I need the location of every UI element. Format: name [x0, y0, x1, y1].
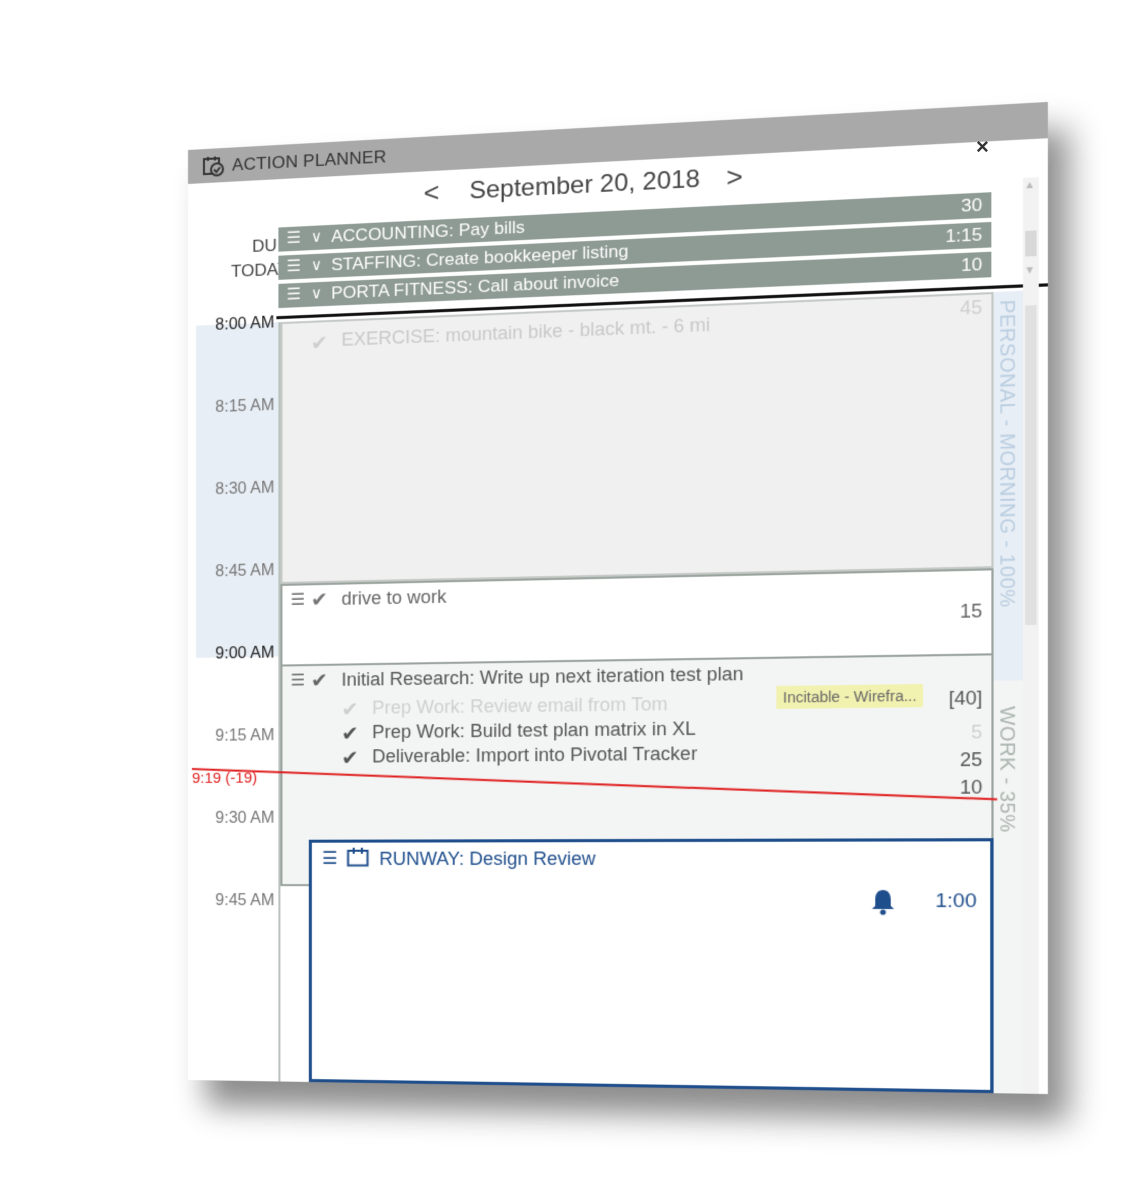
- event-duration: 45: [959, 296, 983, 319]
- scroll-thumb[interactable]: [1025, 230, 1037, 257]
- check-circle-icon[interactable]: ✔: [311, 668, 328, 694]
- time-label: 9:45 AM: [215, 892, 275, 910]
- hamburger-icon[interactable]: ☰: [287, 283, 302, 308]
- scroll-down-icon[interactable]: ▼: [1024, 265, 1035, 277]
- subtask-label: Prep Work: Review email from Tom: [372, 693, 668, 718]
- due-item-label: ACCOUNTING: Pay bills: [331, 217, 525, 247]
- calendar-check-icon: [202, 156, 224, 177]
- project-tag[interactable]: Incitable - Wirefra...: [776, 683, 924, 709]
- subtask-duration: 5: [971, 721, 983, 743]
- time-label: 9:15 AM: [215, 727, 275, 745]
- next-day-button[interactable]: >: [726, 161, 742, 194]
- action-planner-window: ACTION PLANNER < September 20, 2018 > DU…: [188, 101, 1048, 1095]
- window-title: ACTION PLANNER: [232, 147, 387, 175]
- work-side-label: WORK - 35%: [994, 706, 1019, 833]
- time-label: 8:30 AM: [215, 479, 275, 499]
- event-title: RUNWAY: Design Review: [379, 848, 596, 869]
- event-total-duration: [40]: [948, 687, 983, 710]
- due-item-duration: 10: [961, 254, 983, 276]
- time-label: 8:00 AM: [215, 314, 275, 334]
- hamburger-icon[interactable]: ☰: [322, 849, 338, 869]
- hamburger-icon[interactable]: ☰: [287, 226, 302, 251]
- event-exercise[interactable]: ✔ EXERCISE: mountain bike - black mt. - …: [280, 291, 994, 584]
- bell-icon[interactable]: [870, 888, 897, 915]
- current-time-label: 9:19 (-19): [191, 769, 258, 787]
- chevron-down-icon[interactable]: ∨: [311, 254, 322, 279]
- event-runway[interactable]: ☰ RUNWAY: Design Review 1:00: [308, 838, 994, 1094]
- current-date: September 20, 2018: [469, 165, 700, 205]
- event-duration: 15: [959, 600, 983, 622]
- hamburger-icon[interactable]: ☰: [291, 670, 306, 690]
- subtask-duration: 10: [959, 776, 983, 798]
- check-circle-icon[interactable]: ✔: [341, 721, 358, 746]
- scroll-up-icon[interactable]: ▲: [1024, 179, 1035, 191]
- scroll-thumb-main[interactable]: [1025, 305, 1037, 626]
- time-label: 8:15 AM: [215, 396, 275, 417]
- subtask-label: Deliverable: Import into Pivotal Tracker: [372, 743, 698, 767]
- subtask-duration: 25: [959, 748, 983, 771]
- event-title: EXERCISE: mountain bike - black mt. - 6 …: [341, 314, 711, 350]
- chevron-down-icon[interactable]: ∨: [311, 282, 322, 307]
- due-item-duration: 30: [961, 194, 983, 216]
- event-title: drive to work: [341, 586, 447, 609]
- due-item-duration: 1:15: [945, 224, 983, 247]
- prev-day-button[interactable]: <: [424, 177, 440, 209]
- subtask-label: Prep Work: Build test plan matrix in XL: [372, 718, 696, 743]
- check-circle-icon[interactable]: ✔: [341, 745, 358, 770]
- check-circle-icon[interactable]: ✔: [311, 330, 328, 356]
- close-button[interactable]: ×: [976, 134, 989, 160]
- hamburger-icon[interactable]: ☰: [287, 255, 302, 280]
- event-title: Initial Research: Write up next iteratio…: [341, 663, 744, 690]
- time-label: 9:30 AM: [215, 809, 275, 827]
- hamburger-icon[interactable]: ☰: [291, 589, 306, 609]
- time-label: 8:45 AM: [215, 561, 275, 581]
- chevron-down-icon[interactable]: ∨: [311, 225, 322, 250]
- check-circle-icon[interactable]: ✔: [311, 587, 328, 613]
- check-circle-icon[interactable]: ✔: [341, 697, 358, 723]
- event-duration: 1:00: [935, 890, 977, 913]
- calendar-icon: [347, 847, 370, 867]
- stage: ACTION PLANNER < September 20, 2018 > DU…: [0, 0, 1140, 1180]
- scrollbar[interactable]: ▲ ▼: [1022, 177, 1039, 1094]
- personal-side-label: PERSONAL - MORNING - 100%: [994, 299, 1019, 609]
- time-label: 9:00 AM: [215, 644, 275, 663]
